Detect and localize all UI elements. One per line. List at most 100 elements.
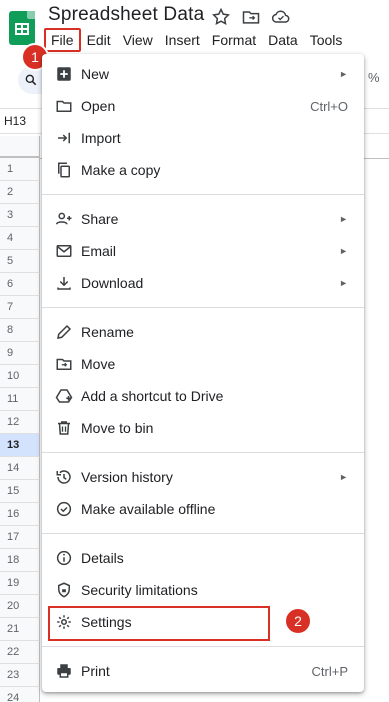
- row-header[interactable]: 20: [0, 595, 40, 618]
- folder-icon: [56, 100, 72, 112]
- menu-item-label: Move to bin: [81, 420, 154, 436]
- menu-item-label: Move: [81, 356, 116, 372]
- row-header[interactable]: 16: [0, 503, 40, 526]
- menu-item-details[interactable]: Details: [42, 542, 364, 574]
- pencil-icon: [57, 324, 72, 339]
- menu-item-rename[interactable]: Rename: [42, 316, 364, 348]
- menu-item-version-history[interactable]: Version history ►: [42, 461, 364, 493]
- menu-item-label: Share: [81, 211, 119, 227]
- menu-item-add-shortcut[interactable]: Add a shortcut to Drive: [42, 380, 364, 412]
- move-folder-icon: [56, 358, 72, 370]
- menu-item-security[interactable]: Security limitations: [42, 574, 364, 606]
- menu-item-print[interactable]: Print Ctrl+P: [42, 655, 364, 687]
- trash-icon: [58, 421, 70, 435]
- menu-item-make-offline[interactable]: Make available offline: [42, 493, 364, 525]
- row-header[interactable]: 10: [0, 365, 40, 388]
- menu-edit[interactable]: Edit: [81, 28, 117, 52]
- menu-item-download[interactable]: Download ►: [42, 267, 364, 299]
- select-all-corner[interactable]: [0, 136, 40, 158]
- row-header[interactable]: 18: [0, 549, 40, 572]
- menu-view[interactable]: View: [117, 28, 159, 52]
- row-header[interactable]: 21: [0, 618, 40, 641]
- row-header[interactable]: 12: [0, 411, 40, 434]
- cloud-status-icon[interactable]: [271, 7, 291, 27]
- menu-file[interactable]: File: [44, 28, 81, 52]
- menu-item-share[interactable]: Share ►: [42, 203, 364, 235]
- row-header[interactable]: 2: [0, 181, 40, 204]
- menu-item-label: Details: [81, 550, 124, 566]
- shortcut-label: Ctrl+O: [310, 98, 348, 114]
- menu-item-label: Download: [81, 275, 144, 291]
- menu-item-label: Security limitations: [81, 582, 198, 598]
- menu-item-label: New: [81, 66, 110, 82]
- menu-divider: [42, 646, 364, 647]
- download-icon: [57, 277, 71, 290]
- row-header[interactable]: 19: [0, 572, 40, 595]
- copy-icon: [58, 162, 70, 178]
- menu-item-move-to-bin[interactable]: Move to bin: [42, 412, 364, 444]
- row-header[interactable]: 5: [0, 250, 40, 273]
- row-header[interactable]: 22: [0, 641, 40, 664]
- row-header[interactable]: 13: [0, 434, 40, 457]
- submenu-arrow-icon: ►: [339, 472, 348, 482]
- menu-data[interactable]: Data: [262, 28, 304, 52]
- menu-item-label: Print: [81, 663, 110, 679]
- menu-item-label: Open: [81, 98, 116, 114]
- row-header[interactable]: 17: [0, 526, 40, 549]
- menu-item-new[interactable]: New ►: [42, 58, 364, 90]
- row-header[interactable]: 14: [0, 457, 40, 480]
- row-header[interactable]: 1: [0, 158, 40, 181]
- row-header[interactable]: 15: [0, 480, 40, 503]
- menu-item-label: Version history: [81, 469, 173, 485]
- menu-bar: File Edit View Insert Format Data Tools: [44, 28, 348, 52]
- menu-item-label: Make available offline: [81, 501, 216, 517]
- zoom-percent[interactable]: %: [368, 70, 380, 85]
- drive-shortcut-icon: [55, 389, 73, 403]
- row-headers: 1234567891011121314151617181920212223242…: [0, 136, 40, 702]
- menu-item-move[interactable]: Move: [42, 348, 364, 380]
- submenu-arrow-icon: ►: [339, 214, 348, 224]
- row-header[interactable]: 3: [0, 204, 40, 227]
- submenu-arrow-icon: ►: [339, 246, 348, 256]
- menu-item-email[interactable]: Email ►: [42, 235, 364, 267]
- submenu-arrow-icon: ►: [339, 278, 348, 288]
- move-folder-icon[interactable]: [241, 7, 261, 27]
- share-person-add-icon: [55, 212, 72, 225]
- menu-item-label: Rename: [81, 324, 134, 340]
- row-header[interactable]: 11: [0, 388, 40, 411]
- import-icon: [58, 132, 70, 144]
- menu-insert[interactable]: Insert: [159, 28, 206, 52]
- email-icon: [56, 245, 72, 257]
- star-icon[interactable]: [211, 7, 231, 27]
- menu-divider: [42, 452, 364, 453]
- menu-divider: [42, 307, 364, 308]
- name-box-value[interactable]: H13: [4, 114, 26, 128]
- menu-item-label: Add a shortcut to Drive: [81, 388, 224, 404]
- menu-format[interactable]: Format: [206, 28, 262, 52]
- row-header[interactable]: 9: [0, 342, 40, 365]
- shortcut-label: Ctrl+P: [311, 663, 348, 679]
- step-badge-2: 2: [284, 607, 312, 635]
- sheets-logo-icon[interactable]: [9, 11, 35, 45]
- settings-highlight-box: [48, 606, 270, 641]
- menu-divider: [42, 533, 364, 534]
- shield-lock-icon: [58, 582, 70, 598]
- menu-item-import[interactable]: Import: [42, 122, 364, 154]
- search-icon: [25, 74, 37, 86]
- info-icon: [56, 550, 72, 566]
- new-sheet-icon: [57, 67, 71, 81]
- document-title[interactable]: Spreadsheet Data: [48, 4, 204, 26]
- row-header[interactable]: 4: [0, 227, 40, 250]
- menu-item-make-copy[interactable]: Make a copy: [42, 154, 364, 186]
- offline-check-icon: [56, 501, 72, 517]
- row-header[interactable]: 8: [0, 319, 40, 342]
- history-icon: [56, 470, 71, 484]
- menu-item-open[interactable]: Open Ctrl+O: [42, 90, 364, 122]
- printer-icon: [57, 664, 71, 678]
- row-header[interactable]: 7: [0, 296, 40, 319]
- row-header[interactable]: 6: [0, 273, 40, 296]
- row-header[interactable]: 23: [0, 664, 40, 687]
- row-header[interactable]: 24: [0, 687, 40, 702]
- menu-tools[interactable]: Tools: [304, 28, 349, 52]
- menu-item-label: Import: [81, 130, 121, 146]
